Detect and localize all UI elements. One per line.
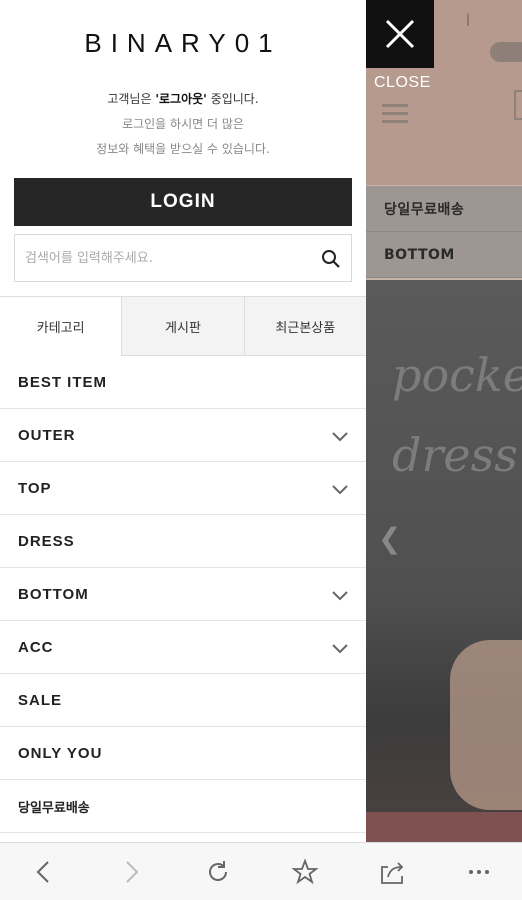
background-top-icons: | — [466, 12, 471, 26]
background-menu-row: 당일무료배송 — [366, 186, 522, 232]
chevron-down-icon[interactable] — [330, 479, 350, 499]
more-icon — [468, 869, 489, 874]
login-info-line1: 로그인을 하시면 더 많은 — [122, 117, 244, 131]
greeting-suffix: 중입니다. — [206, 92, 259, 106]
menu-item-label: BEST ITEM — [18, 373, 108, 391]
tab-recently-viewed[interactable]: 최근본상품 — [243, 297, 366, 356]
forward-icon — [125, 860, 138, 883]
search-box — [14, 234, 352, 282]
close-label[interactable]: CLOSE — [374, 74, 431, 92]
background-menu-label: 당일무료배송 — [384, 201, 465, 218]
refresh-button[interactable] — [198, 852, 238, 892]
search-icon[interactable] — [321, 249, 341, 269]
menu-item-sale[interactable]: SALE — [0, 674, 366, 727]
background-figure — [450, 640, 522, 810]
brand-logo[interactable]: BINARY01 — [0, 28, 366, 59]
menu-item-label: TOP — [18, 479, 52, 497]
menu-item-outer[interactable]: OUTER — [0, 409, 366, 462]
drawer-tabs: 카테고리 게시판 최근본상품 — [0, 296, 366, 356]
side-drawer: BINARY01 고객님은 '로그아웃' 중입니다. 로그인을 하시면 더 많은… — [0, 0, 366, 842]
menu-item-only-you[interactable]: ONLY YOU — [0, 727, 366, 780]
menu-item-acc[interactable]: ACC — [0, 621, 366, 674]
refresh-icon — [208, 860, 227, 881]
menu-item-label: BOTTOM — [18, 585, 89, 603]
hamburger-icon — [382, 104, 408, 124]
menu-item-label: SALE — [18, 691, 63, 709]
chevron-down-icon[interactable] — [330, 585, 350, 605]
back-button[interactable] — [24, 852, 64, 892]
menu-item-dress[interactable]: DRESS — [0, 515, 366, 568]
background-menu-label: BOTTOM — [384, 246, 455, 263]
tab-category[interactable]: 카테고리 — [0, 297, 122, 356]
background-strip — [366, 812, 522, 842]
login-status-text: 고객님은 '로그아웃' 중입니다. — [0, 90, 366, 107]
chevron-down-icon[interactable] — [330, 638, 350, 658]
background-badge — [490, 42, 522, 62]
menu-item-label: DRESS — [18, 532, 75, 550]
bookmark-button[interactable] — [285, 852, 325, 892]
more-button[interactable] — [459, 852, 499, 892]
login-button[interactable]: LOGIN — [14, 178, 352, 226]
share-button[interactable] — [372, 852, 412, 892]
search-input[interactable] — [25, 235, 315, 281]
login-info-line2: 정보와 혜택을 받으실 수 있습니다. — [96, 142, 270, 156]
greeting-status: '로그아웃' — [155, 92, 207, 106]
menu-item-label: OUTER — [18, 426, 76, 444]
category-menu: BEST ITEM OUTER TOP DRESS BOTTOM ACC SAL… — [0, 356, 366, 833]
close-icon — [385, 19, 415, 49]
background-search-icon — [514, 90, 522, 120]
background-menu-row: BOTTOM — [366, 232, 522, 278]
menu-item-top[interactable]: TOP — [0, 462, 366, 515]
background-page: | 당일무료배송 BOTTOM pocket dress ❮ — [366, 0, 522, 842]
close-button[interactable] — [366, 0, 434, 68]
share-icon — [380, 861, 403, 884]
menu-item-same-day-delivery[interactable]: 당일무료배송 — [0, 780, 366, 833]
menu-item-bottom[interactable]: BOTTOM — [0, 568, 366, 621]
tab-board[interactable]: 게시판 — [121, 297, 244, 356]
menu-item-label: ACC — [18, 638, 54, 656]
greeting-prefix: 고객님은 — [107, 92, 156, 106]
menu-item-label: ONLY YOU — [18, 744, 103, 762]
menu-item-label: 당일무료배송 — [18, 800, 90, 816]
background-prev-chevron-icon: ❮ — [378, 522, 402, 555]
forward-button[interactable] — [111, 852, 151, 892]
menu-item-best-item[interactable]: BEST ITEM — [0, 356, 366, 409]
chevron-down-icon[interactable] — [330, 426, 350, 446]
back-icon — [36, 860, 49, 883]
browser-toolbar — [0, 842, 522, 900]
star-icon — [290, 857, 319, 884]
background-script-text: pocket dress — [392, 348, 522, 482]
